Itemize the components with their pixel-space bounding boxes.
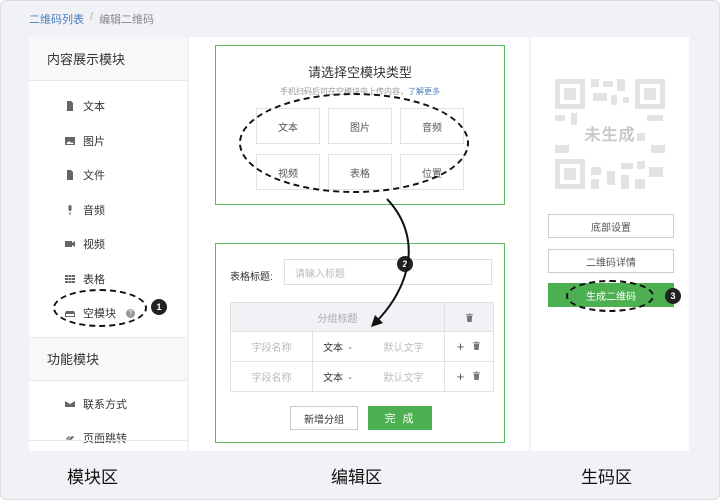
zone-label-generate: 生码区 (581, 468, 632, 487)
add-group-button[interactable]: 新增分组 (290, 406, 358, 430)
module-item-text[interactable]: 文本 (29, 89, 187, 124)
breadcrumb-current: 编辑二维码 (99, 14, 155, 26)
annotation-ellipse-type-selector (239, 93, 469, 193)
default-text-input[interactable]: 默认文字 (363, 362, 445, 391)
module-panel: 内容展示模块 文本 图片 文件 音频 视频 表格 空模块 ? 功能模块 联系方式… (29, 37, 187, 451)
plus-icon[interactable]: + (457, 340, 465, 353)
trash-icon[interactable] (472, 370, 481, 383)
breadcrumb-separator: / (90, 11, 94, 23)
annotation-badge-1: 1 (151, 299, 167, 315)
content-modules-title: 内容展示模块 (29, 37, 187, 81)
done-button[interactable]: 完 成 (368, 406, 432, 430)
qr-status-text: 未生成 (584, 127, 636, 144)
footer-settings-button[interactable]: 底部设置 (548, 214, 674, 238)
module-item-label: 页面跳转 (83, 433, 127, 446)
field-name-input[interactable]: 字段名称 (231, 332, 313, 361)
image-icon (65, 136, 75, 146)
table-row: 字段名称 文本 ⌄ 默认文字 + (230, 362, 494, 392)
field-type-select[interactable]: 文本 ⌄ (313, 362, 363, 391)
envelope-icon (65, 399, 75, 409)
function-modules-title: 功能模块 (29, 336, 187, 381)
table-editor: 表格标题: 请输入标题 分组标题 字段名称 文本 ⌄ 默认文字 + 字段名称 文… (215, 243, 505, 443)
annotation-ellipse-empty-block (53, 289, 147, 327)
qr-code-placeholder: 未生成 (551, 75, 669, 193)
breadcrumb-parent-link[interactable]: 二维码列表 (29, 11, 84, 27)
module-item-image[interactable]: 图片 (29, 124, 187, 159)
learn-more-link[interactable]: 了解更多 (408, 87, 440, 96)
annotation-badge-3: 3 (665, 288, 681, 304)
annotation-ellipse-generate (566, 280, 654, 312)
chevron-down-icon: ⌄ (347, 373, 353, 381)
module-item-page-jump[interactable]: 页面跳转 (29, 421, 187, 456)
field-name-input[interactable]: 字段名称 (231, 362, 313, 391)
module-item-audio[interactable]: 音频 (29, 193, 187, 228)
microphone-icon (65, 204, 75, 215)
document-icon (65, 101, 75, 112)
field-type-value: 文本 (323, 343, 344, 354)
trash-icon[interactable] (445, 303, 493, 331)
module-item-label: 视频 (83, 239, 105, 252)
module-item-label: 音频 (83, 204, 105, 217)
module-item-video[interactable]: 视频 (29, 227, 187, 262)
divider (29, 440, 187, 441)
qr-details-button[interactable]: 二维码详情 (548, 249, 674, 273)
field-type-value: 文本 (323, 373, 344, 384)
module-item-contact[interactable]: 联系方式 (29, 387, 187, 422)
table-title-label: 表格标题: (230, 272, 273, 283)
row-actions: + (445, 332, 493, 361)
field-type-select[interactable]: 文本 ⌄ (313, 332, 363, 361)
module-item-label: 图片 (83, 135, 105, 148)
module-item-label: 文本 (83, 101, 105, 114)
app-frame: 二维码列表 / 编辑二维码 内容展示模块 文本 图片 文件 音频 视频 表格 空… (0, 0, 720, 500)
annotation-arrow (371, 198, 410, 327)
zone-label-module: 模块区 (67, 468, 118, 487)
zone-label-edit: 编辑区 (331, 468, 382, 487)
row-actions: + (445, 362, 493, 391)
module-item-file[interactable]: 文件 (29, 158, 187, 193)
breadcrumb: 二维码列表 / 编辑二维码 (29, 11, 154, 27)
module-item-label: 表格 (83, 273, 105, 286)
type-selector-title: 请选择空模块类型 (307, 65, 412, 80)
trash-icon[interactable] (472, 340, 481, 353)
table-icon (65, 274, 75, 284)
module-item-label: 文件 (83, 170, 105, 183)
generate-panel: 未生成 底部设置 二维码详情 生成二维码 (531, 37, 689, 451)
file-icon (65, 170, 75, 181)
chevron-down-icon: ⌄ (347, 343, 353, 351)
plus-icon[interactable]: + (457, 370, 465, 383)
link-icon (65, 433, 75, 443)
video-camera-icon (65, 239, 75, 249)
module-item-label: 联系方式 (83, 398, 127, 411)
